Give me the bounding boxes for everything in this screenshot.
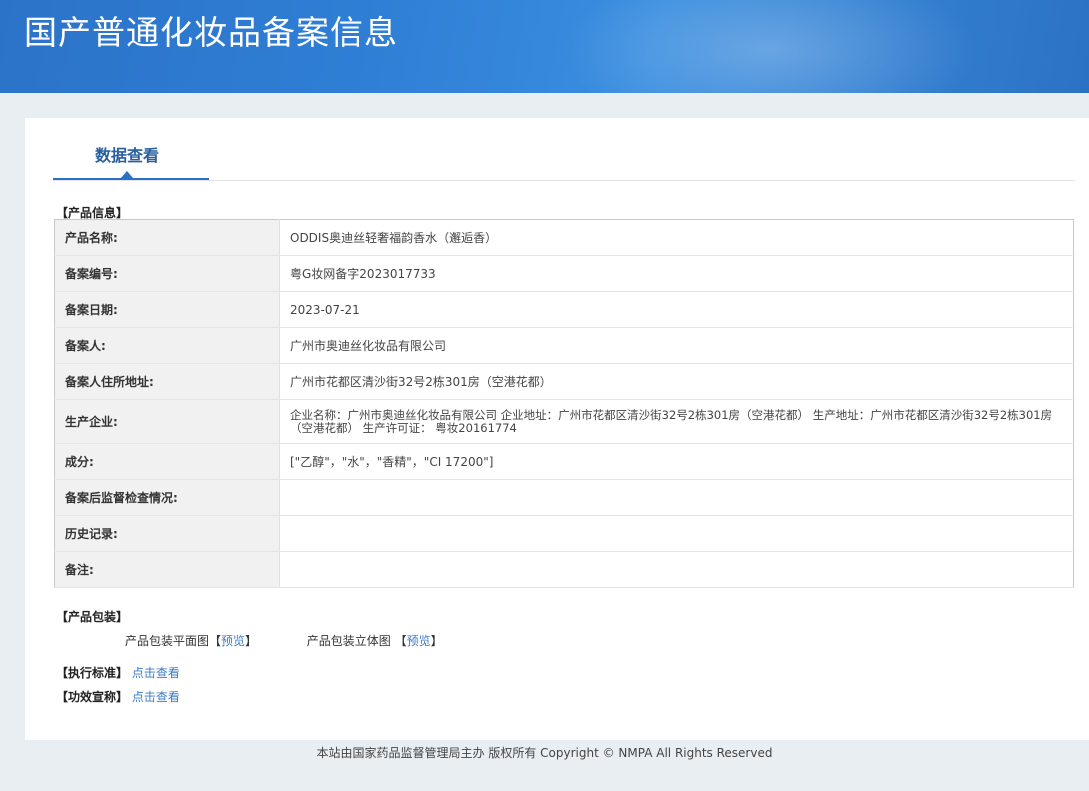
- row-label: 备案日期:: [54, 291, 280, 328]
- efficacy-heading: 【功效宣称】: [56, 690, 129, 704]
- row-value: 2023-07-21: [279, 291, 1074, 328]
- table-row: 生产企业: 企业名称：广州市奥迪丝化妆品有限公司 企业地址：广州市花都区清沙街32…: [54, 399, 1074, 444]
- solid-image-label: 产品包装立体图: [306, 634, 391, 648]
- standard-heading: 【执行标准】: [56, 666, 129, 680]
- row-value: 企业名称：广州市奥迪丝化妆品有限公司 企业地址：广州市花都区清沙街32号2栋30…: [279, 399, 1074, 444]
- row-value: ["乙醇"，"水"，"香精"，"CI 17200"]: [279, 443, 1074, 480]
- efficacy-row: 【功效宣称】 点击查看: [56, 688, 180, 705]
- row-label: 备案后监督检查情况:: [54, 479, 280, 516]
- row-value: [279, 515, 1074, 552]
- table-row: 备案人: 广州市奥迪丝化妆品有限公司: [54, 327, 1074, 364]
- packaging-heading: 【产品包装】: [56, 610, 129, 624]
- table-row: 备案日期: 2023-07-21: [54, 291, 1074, 328]
- page-footer: 本站由国家药品监督管理局主办 版权所有 Copyright © NMPA All…: [316, 746, 773, 760]
- packaging-links-row: 产品包装平面图【预览】 产品包装立体图 【预览】: [125, 634, 443, 648]
- row-label: 历史记录:: [54, 515, 280, 552]
- row-label: 产品名称:: [54, 219, 280, 256]
- row-value: ODDIS奥迪丝轻奢福韵香水（邂逅香）: [279, 219, 1074, 256]
- row-label: 生产企业:: [54, 399, 280, 444]
- flat-image-preview-link[interactable]: 预览: [221, 634, 245, 648]
- standard-view-link[interactable]: 点击查看: [132, 666, 180, 680]
- table-row: 备案编号: 粤G妆网备字2023017733: [54, 255, 1074, 292]
- caret-up-icon: [121, 171, 133, 178]
- row-value: [279, 551, 1074, 588]
- standard-row: 【执行标准】 点击查看: [56, 664, 180, 681]
- header-decoration: [560, 0, 980, 93]
- tab-label: 数据查看: [95, 146, 160, 165]
- efficacy-view-link[interactable]: 点击查看: [132, 690, 180, 704]
- row-value: 广州市花都区清沙街32号2栋301房（空港花都）: [279, 363, 1074, 400]
- content-card: 数据查看 【产品信息】 产品名称: ODDIS奥迪丝轻奢福韵香水（邂逅香） 备案编号…: [25, 118, 1089, 740]
- table-row: 历史记录:: [54, 515, 1074, 552]
- table-row: 备注:: [54, 551, 1074, 588]
- tab-bar: 数据查看: [53, 140, 1075, 181]
- table-row: 备案人住所地址: 广州市花都区清沙街32号2栋301房（空港花都）: [54, 363, 1074, 400]
- page-header: 国产普通化妆品备案信息: [0, 0, 1089, 93]
- table-row: 备案后监督检查情况:: [54, 479, 1074, 516]
- row-value: [279, 479, 1074, 516]
- row-label: 备案编号:: [54, 255, 280, 292]
- solid-image-preview-link[interactable]: 预览: [407, 634, 431, 648]
- page-title: 国产普通化妆品备案信息: [24, 13, 398, 52]
- row-value: 广州市奥迪丝化妆品有限公司: [279, 327, 1074, 364]
- table-row: 成分: ["乙醇"，"水"，"香精"，"CI 17200"]: [54, 443, 1074, 480]
- row-label: 备案人:: [54, 327, 280, 364]
- row-label: 备注:: [54, 551, 280, 588]
- product-info-table: 产品名称: ODDIS奥迪丝轻奢福韵香水（邂逅香） 备案编号: 粤G妆网备字20230…: [54, 219, 1074, 588]
- flat-image-label: 产品包装平面图: [125, 634, 210, 648]
- row-label: 备案人住所地址:: [54, 363, 280, 400]
- tab-data-view[interactable]: 数据查看: [53, 140, 209, 180]
- row-value: 粤G妆网备字2023017733: [279, 255, 1074, 292]
- row-label: 成分:: [54, 443, 280, 480]
- table-row: 产品名称: ODDIS奥迪丝轻奢福韵香水（邂逅香）: [54, 219, 1074, 256]
